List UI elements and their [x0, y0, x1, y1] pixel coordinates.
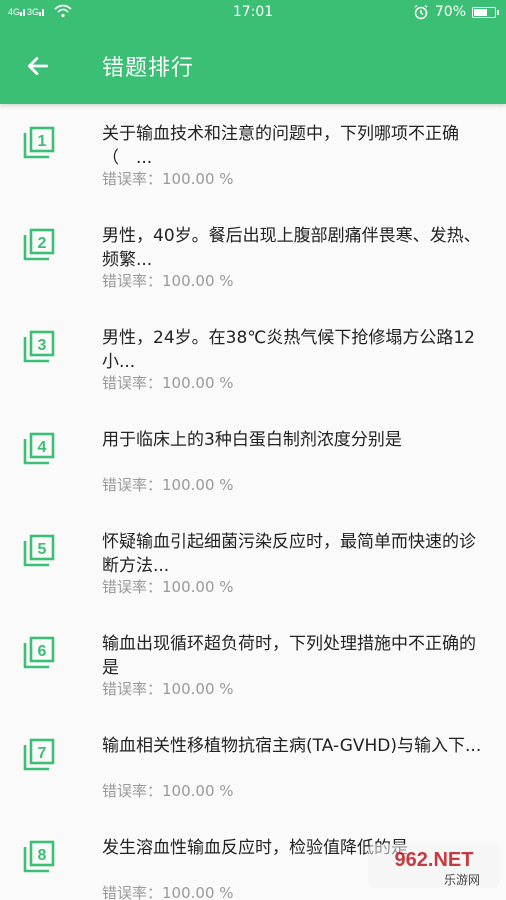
rank-number: 8: [38, 847, 47, 864]
site-watermark: 962.NET 乐游网: [368, 844, 500, 888]
rank-badge-icon: 7: [23, 738, 55, 771]
alarm-icon: [414, 4, 428, 20]
app-bar: 错题排行: [0, 26, 506, 104]
rank-badge-icon: 3: [23, 330, 55, 363]
rank-number: 2: [38, 235, 47, 252]
rank-badge-icon: 8: [23, 840, 55, 873]
arrow-left-icon: [27, 57, 49, 75]
list-item[interactable]: 7 输血相关性移植物抗宿主病(TA-GVHD)与输入下... 错误率：100.00 …: [0, 716, 506, 818]
question-text: 用于临床上的3种白蛋白制剂浓度分别是: [102, 430, 402, 450]
rank-number: 3: [38, 337, 47, 354]
list-item[interactable]: 6 输血出现循环超负荷时，下列处理措施中不正确的是错误率：100.00 %: [0, 614, 506, 716]
rank-badge-icon: 1: [23, 126, 55, 159]
question-text: 关于输血技术和注意的问题中，下列哪项不正确（ ...: [102, 124, 459, 168]
battery-percent: 70%: [434, 4, 466, 20]
question-text: 男性，24岁。在38℃炎热气候下抢修塌方公路12小...: [102, 328, 475, 372]
list-item[interactable]: 4 用于临床上的3种白蛋白制剂浓度分别是 错误率：100.00 %: [0, 410, 506, 512]
question-text: 输血出现循环超负荷时，下列处理措施中不正确的是: [102, 634, 476, 678]
rank-badge-icon: 4: [23, 432, 55, 465]
battery-icon: [472, 6, 499, 18]
error-rate: 错误率：100.00 %: [102, 374, 234, 392]
page-title: 错题排行: [102, 56, 195, 81]
error-rate: 错误率：100.00 %: [102, 272, 234, 290]
question-text: 男性，40岁。餐后出现上腹部剧痛伴畏寒、发热、频繁...: [102, 226, 481, 270]
list-item[interactable]: 3 男性，24岁。在38℃炎热气候下抢修塌方公路12小... 错误率：100.00 …: [0, 308, 506, 410]
rank-number: 7: [38, 745, 47, 762]
rank-number: 6: [38, 643, 47, 660]
list-item[interactable]: 2 男性，40岁。餐后出现上腹部剧痛伴畏寒、发热、频繁... 错误率：100.00 …: [0, 206, 506, 308]
watermark-text: 962.NET: [395, 849, 474, 871]
watermark-subtext: 乐游网: [444, 873, 480, 887]
error-rate: 错误率：100.00 %: [102, 578, 234, 596]
question-text: 怀疑输血引起细菌污染反应时，最简单而快速的诊断方法...: [102, 532, 476, 576]
rank-badge-icon: 6: [23, 636, 55, 669]
rank-number: 4: [38, 439, 47, 456]
rank-number: 5: [38, 541, 47, 558]
rank-badge-icon: 2: [23, 228, 55, 261]
list-item[interactable]: 1 关于输血技术和注意的问题中，下列哪项不正确（ ... 错误率：100.00 %: [0, 104, 506, 206]
list-item[interactable]: 5 怀疑输血引起细菌污染反应时，最简单而快速的诊断方法... 错误率：100.00 …: [0, 512, 506, 614]
error-rate: 错误率：100.00 %: [102, 170, 234, 188]
back-button[interactable]: [20, 48, 56, 84]
error-rate: 错误率：100.00 %: [102, 782, 234, 800]
wrong-question-list: 1 关于输血技术和注意的问题中，下列哪项不正确（ ... 错误率：100.00 % 2…: [0, 104, 506, 900]
error-rate: 错误率：100.00 %: [102, 476, 234, 494]
error-rate: 错误率：100.00 %: [102, 884, 234, 900]
status-bar: 4G 3G 17:01 70%: [0, 0, 506, 26]
rank-badge-icon: 5: [23, 534, 55, 567]
question-text: 输血相关性移植物抗宿主病(TA-GVHD)与输入下...: [102, 736, 482, 756]
error-rate: 错误率：100.00 %: [102, 680, 234, 698]
rank-number: 1: [38, 133, 47, 150]
